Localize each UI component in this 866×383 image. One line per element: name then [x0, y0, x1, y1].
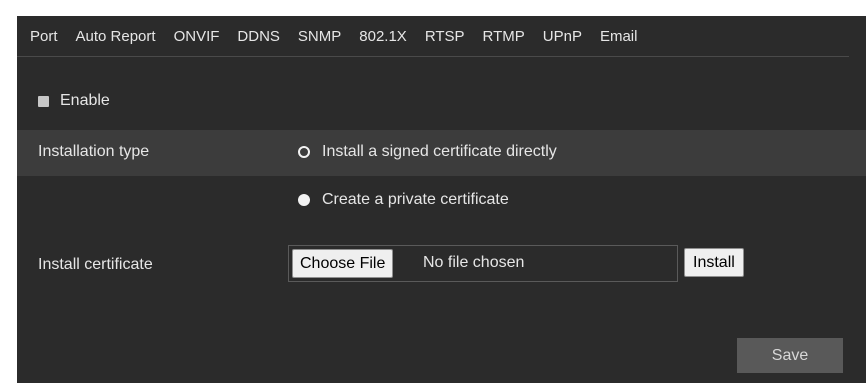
- install-signed-certificate-option[interactable]: Install a signed certificate directly: [298, 143, 557, 161]
- tab-upnp[interactable]: UPnP: [543, 28, 582, 45]
- tab-onvif[interactable]: ONVIF: [174, 28, 220, 45]
- network-settings-tabs: Port Auto Report ONVIF DDNS SNMP 802.1X …: [17, 16, 849, 57]
- install-certificate-label: Install certificate: [38, 256, 153, 273]
- tab-port[interactable]: Port: [30, 28, 58, 45]
- installation-type-row: Installation type Install a signed certi…: [17, 130, 866, 176]
- enable-checkbox[interactable]: [38, 95, 49, 107]
- tab-auto-report[interactable]: Auto Report: [76, 28, 156, 45]
- installation-type-label: Installation type: [38, 143, 150, 160]
- https-settings-panel: Port Auto Report ONVIF DDNS SNMP 802.1X …: [17, 16, 866, 383]
- install-signed-certificate-label: Install a signed certificate directly: [322, 143, 557, 160]
- tab-rtmp[interactable]: RTMP: [483, 28, 525, 45]
- tab-snmp[interactable]: SNMP: [298, 28, 341, 45]
- create-private-certificate-label: Create a private certificate: [322, 191, 509, 208]
- tab-ddns[interactable]: DDNS: [237, 28, 280, 45]
- install-button[interactable]: Install: [684, 248, 744, 277]
- enable-row[interactable]: Enable: [38, 92, 110, 110]
- tab-email[interactable]: Email: [600, 28, 638, 45]
- enable-label: Enable: [60, 92, 110, 109]
- radio-selected-icon[interactable]: [298, 146, 310, 158]
- choose-file-button[interactable]: Choose File: [292, 249, 394, 278]
- certificate-file-input[interactable]: Choose File No file chosen: [288, 245, 678, 282]
- tab-802-1x[interactable]: 802.1X: [359, 28, 407, 45]
- create-private-certificate-option[interactable]: Create a private certificate: [298, 191, 509, 209]
- tab-rtsp[interactable]: RTSP: [425, 28, 465, 45]
- file-status-text: No file chosen: [423, 254, 525, 271]
- radio-unselected-icon[interactable]: [298, 194, 310, 206]
- save-button[interactable]: Save: [737, 338, 843, 373]
